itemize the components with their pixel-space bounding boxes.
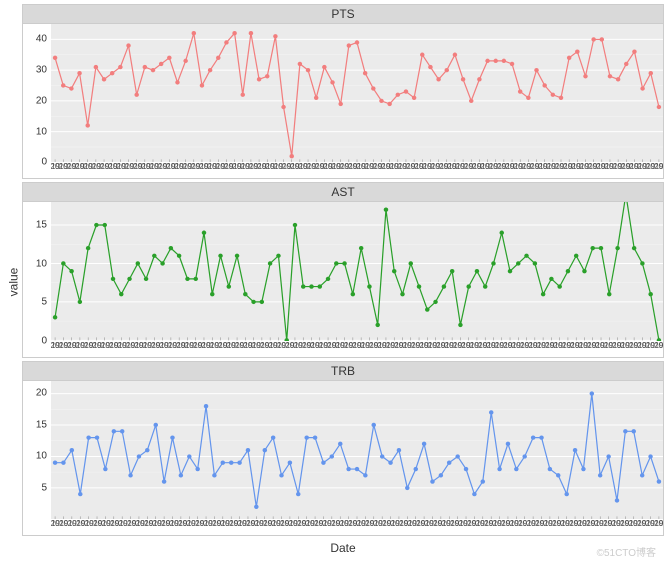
x-ticks-trb: 2019201920192019201920192019201920192019… bbox=[51, 519, 663, 535]
plot-area-pts bbox=[51, 24, 663, 162]
panel-ast: AST 051015 20192019201920192019201920192… bbox=[22, 182, 664, 357]
y-ticks-ast: 051015 bbox=[23, 202, 51, 340]
panel-strip-trb: TRB bbox=[23, 362, 663, 381]
y-axis-label: value bbox=[6, 267, 20, 296]
plot-area-trb bbox=[51, 381, 663, 519]
watermark: ©51CTO博客 bbox=[597, 544, 656, 559]
x-ticks-pts: 2019201920192019201920192019201920192019… bbox=[51, 162, 663, 178]
panel-strip-ast: AST bbox=[23, 183, 663, 202]
panels-column: PTS 010203040 20192019201920192019201920… bbox=[22, 4, 664, 559]
panel-trb: TRB 5101520 2019201920192019201920192019… bbox=[22, 361, 664, 536]
x-axis-label-row: Date ©51CTO博客 bbox=[22, 539, 664, 559]
y-ticks-trb: 5101520 bbox=[23, 381, 51, 519]
panel-pts: PTS 010203040 20192019201920192019201920… bbox=[22, 4, 664, 179]
y-axis-label-column: value bbox=[4, 4, 22, 559]
x-axis-label: Date bbox=[330, 541, 355, 555]
y-ticks-pts: 010203040 bbox=[23, 24, 51, 162]
x-ticks-ast: 2019201920192019201920192019201920192019… bbox=[51, 341, 663, 357]
plot-area-ast bbox=[51, 202, 663, 340]
faceted-line-chart: value PTS 010203040 20192019201920192019… bbox=[4, 4, 664, 559]
panel-strip-pts: PTS bbox=[23, 5, 663, 24]
